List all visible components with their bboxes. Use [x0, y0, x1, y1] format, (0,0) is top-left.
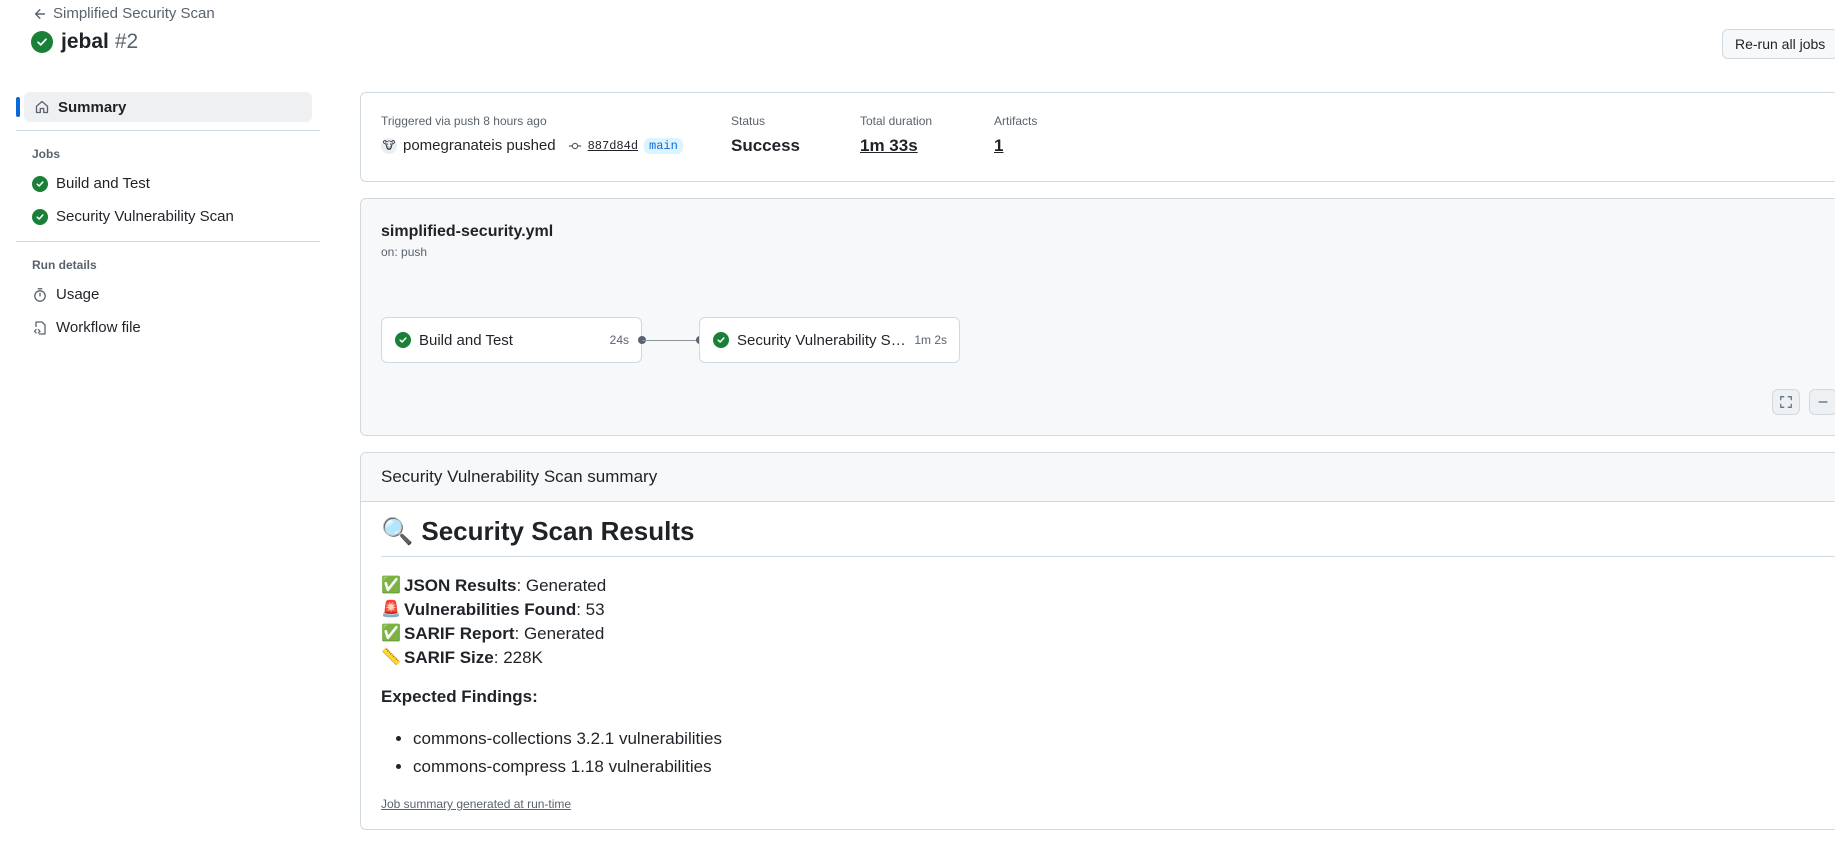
siren-icon: 🚨	[381, 601, 401, 618]
sidebar-item-workflow-file[interactable]: Workflow file	[16, 311, 320, 344]
list-item: commons-collections 3.2.1 vulnerabilitie…	[413, 725, 722, 753]
workflow-trigger: on: push	[381, 245, 428, 259]
result-key: Vulnerabilities Found	[404, 600, 577, 619]
sidebar: Summary Jobs Build and Test Security Vul…	[16, 92, 320, 344]
status-label: Status	[731, 114, 766, 128]
list-item: commons-compress 1.18 vulnerabilities	[413, 753, 722, 781]
artifacts-label: Artifacts	[994, 114, 1038, 128]
success-check-icon	[32, 175, 48, 192]
check-mark-icon: ✅	[381, 625, 401, 642]
summary-heading: 🔍 Security Scan Results	[381, 516, 1835, 557]
check-mark-icon: ✅	[381, 577, 401, 594]
zoom-out-button[interactable]	[1809, 389, 1835, 415]
sidebar-divider	[16, 130, 320, 131]
back-link-label[interactable]: Simplified Security Scan	[53, 5, 215, 22]
duration-link[interactable]: 1m 33s	[860, 136, 932, 156]
trigger-info: Triggered via push 8 hours ago 🐮 pomegra…	[381, 114, 683, 154]
job-name: Build and Test	[419, 331, 513, 349]
run-info-panel: Triggered via push 8 hours ago 🐮 pomegra…	[360, 92, 1835, 182]
result-value: : Generated	[514, 624, 605, 643]
success-check-icon	[395, 332, 411, 348]
graph-job-security-scan[interactable]: Security Vulnerability Scan 1m 2s	[699, 317, 960, 363]
sidebar-item-security-scan[interactable]: Security Vulnerability Scan	[16, 200, 320, 233]
result-line: ✅ SARIF Report: Generated	[381, 622, 606, 646]
expected-findings-heading: Expected Findings:	[381, 687, 538, 706]
sidebar-item-summary[interactable]: Summary	[16, 92, 312, 122]
result-line: 📏 SARIF Size: 228K	[381, 646, 606, 670]
jobs-heading: Jobs	[32, 147, 61, 161]
commit-sha-link[interactable]: 887d84d	[588, 139, 638, 153]
findings-list: commons-collections 3.2.1 vulnerabilitie…	[413, 725, 722, 781]
workflow-file-name: simplified-security.yml	[381, 223, 554, 240]
result-key: JSON Results	[404, 576, 517, 595]
artifacts-link[interactable]: 1	[994, 136, 1037, 156]
summary-header: Security Vulnerability Scan summary	[361, 453, 1835, 502]
sidebar-item-usage[interactable]: Usage	[16, 278, 320, 311]
trigger-text: Triggered via push 8 hours ago	[381, 114, 547, 128]
arrow-left-icon	[34, 8, 46, 19]
active-indicator	[16, 97, 20, 117]
sidebar-item-build-and-test[interactable]: Build and Test	[16, 167, 320, 200]
sidebar-item-label: Usage	[56, 286, 100, 303]
artifacts-info: Artifacts 1	[994, 114, 1037, 156]
sidebar-item-label: Workflow file	[56, 319, 141, 336]
success-check-icon	[713, 332, 729, 348]
actor-text: pomegranateis pushed	[403, 137, 556, 154]
status-info: Status Success	[731, 114, 800, 156]
success-check-icon	[32, 208, 48, 225]
job-duration: 1m 2s	[914, 333, 947, 347]
summary-results: ✅ JSON Results: Generated 🚨 Vulnerabilit…	[381, 574, 606, 670]
job-name: Security Vulnerability Scan	[737, 331, 907, 349]
workflow-graph-panel: simplified-security.yml on: push Build a…	[360, 198, 1835, 436]
fullscreen-icon	[1780, 396, 1792, 408]
result-line: ✅ JSON Results: Generated	[381, 574, 606, 598]
fullscreen-button[interactable]	[1772, 389, 1800, 415]
home-icon	[35, 100, 49, 114]
sidebar-item-label: Build and Test	[56, 175, 150, 192]
success-check-icon	[31, 31, 53, 53]
result-key: SARIF Report	[404, 624, 515, 643]
git-commit-icon	[568, 142, 581, 149]
back-link[interactable]: Simplified Security Scan	[33, 5, 215, 22]
job-summary-panel: Security Vulnerability Scan summary 🔍 Se…	[360, 452, 1835, 830]
duration-label: Total duration	[860, 114, 933, 128]
branch-badge[interactable]: main	[644, 137, 683, 154]
status-value: Success	[731, 136, 800, 155]
result-key: SARIF Size	[404, 648, 494, 667]
job-summary-footer-link[interactable]: Job summary generated at run-time	[381, 797, 571, 811]
job-duration: 24s	[609, 333, 629, 347]
result-value: : Generated	[516, 576, 607, 595]
result-line: 🚨 Vulnerabilities Found: 53	[381, 598, 606, 622]
run-title: jebal #2	[31, 30, 138, 54]
magnifier-icon: 🔍	[381, 516, 414, 546]
rerun-all-jobs-button[interactable]: Re-run all jobs	[1722, 29, 1835, 59]
minus-icon	[1818, 401, 1828, 403]
graph-job-build-and-test[interactable]: Build and Test 24s	[381, 317, 642, 363]
result-value: : 228K	[493, 648, 543, 667]
run-number: #2	[114, 30, 139, 53]
result-value: : 53	[576, 600, 605, 619]
sidebar-item-label: Summary	[58, 98, 127, 116]
graph-connector	[642, 340, 699, 341]
stopwatch-icon	[32, 287, 48, 303]
summary-heading-text: Security Scan Results	[421, 516, 695, 546]
sidebar-item-label: Security Vulnerability Scan	[56, 208, 234, 225]
ruler-icon: 📏	[381, 649, 401, 666]
duration-info: Total duration 1m 33s	[860, 114, 932, 156]
run-name: jebal	[61, 30, 109, 53]
file-code-icon	[32, 320, 48, 336]
avatar[interactable]: 🐮	[381, 137, 397, 154]
sidebar-divider	[16, 241, 320, 242]
run-details-heading: Run details	[32, 258, 97, 272]
